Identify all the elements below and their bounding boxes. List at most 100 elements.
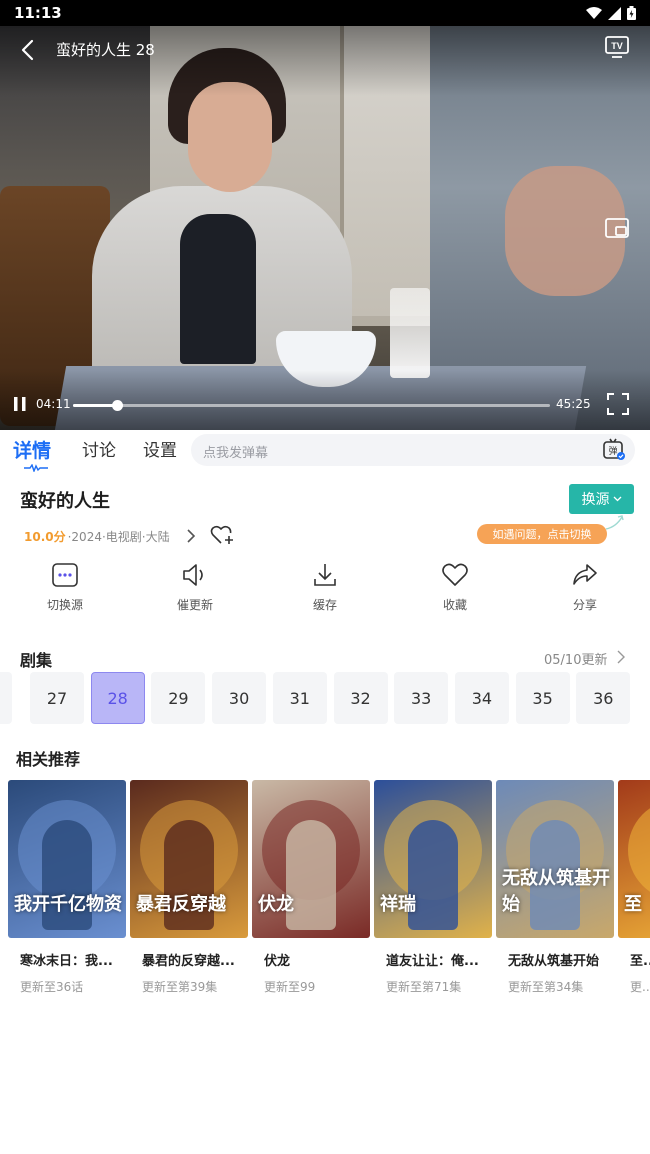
battery-icon — [627, 6, 636, 20]
hint-pointer-icon — [605, 515, 624, 530]
switch-source-label: 切换源 — [46, 598, 83, 612]
episode-item-28[interactable]: 28 — [90, 672, 145, 724]
recommendation-subtitle: 更新至36话 — [20, 980, 84, 994]
change-source-label: 换源 — [581, 492, 610, 508]
recommendations-heading: 相关推荐 — [16, 750, 81, 769]
recommendation-poster[interactable]: 伏龙 — [252, 780, 370, 938]
danmu-placeholder: 点我发弹幕 — [203, 446, 269, 461]
change-source-button[interactable]: 换源 — [569, 484, 634, 514]
signal-icon — [608, 6, 621, 20]
episodes-update-text[interactable]: 05/10更新 — [544, 649, 607, 668]
episode-list[interactable]: 27 28 29 30 31 32 33 34 35 36 — [0, 670, 650, 726]
recommendation-card[interactable]: 无敌从筑基开始 无敌从筑基开始 更新至第34集 — [496, 780, 614, 995]
favorite-label: 收藏 — [442, 598, 467, 612]
fullscreen-button[interactable] — [606, 392, 630, 416]
heart-icon — [442, 563, 468, 586]
tab-settings[interactable]: 设置 — [143, 436, 177, 461]
poster-title-art: 至 — [624, 894, 642, 915]
tab-details[interactable]: 详情 — [13, 436, 51, 463]
recommendation-title: 伏龙 — [264, 954, 291, 969]
show-score: 10.0分 — [24, 530, 66, 544]
tab-discussion[interactable]: 讨论 — [82, 436, 116, 461]
picture-in-picture-button[interactable] — [604, 215, 630, 241]
episode-item-36[interactable]: 36 — [576, 672, 631, 724]
recommendation-card[interactable]: 伏龙 伏龙 更新至99 — [252, 780, 370, 995]
source-hint-badge[interactable]: 如遇问题，点击切换 — [477, 524, 607, 544]
download-icon — [314, 564, 336, 586]
recommendation-poster[interactable]: 我开千亿物资 — [8, 780, 126, 938]
chevron-right-icon[interactable] — [616, 650, 626, 664]
recommendation-title: 寒冰末日：我... — [20, 954, 113, 969]
share-label: 分享 — [572, 598, 597, 612]
danmu-input[interactable]: 点我发弹幕 弹 — [191, 434, 635, 466]
recommendation-subtitle: 更新至99 — [264, 980, 316, 994]
danmu-toggle-icon[interactable]: 弹 — [601, 437, 627, 463]
pause-button[interactable] — [13, 396, 27, 412]
episode-item-33[interactable]: 33 — [394, 672, 449, 724]
recommendation-poster[interactable]: 祥瑞 — [374, 780, 492, 938]
video-player[interactable]: 蛮好的人生 28 TV 04:11 45:25 — [0, 26, 650, 430]
favorite-action[interactable]: 收藏 — [410, 560, 500, 618]
heart-add-icon[interactable] — [210, 524, 234, 546]
show-meta[interactable]: 10.0分 ·2024·电视剧·大陆 — [24, 528, 170, 545]
episode-item-34[interactable]: 34 — [454, 672, 509, 724]
back-button[interactable] — [16, 38, 38, 62]
status-icons — [586, 6, 636, 20]
player-title: 蛮好的人生 28 — [56, 41, 155, 59]
poster-title-art: 祥瑞 — [380, 894, 416, 915]
back-arrow-icon — [21, 39, 34, 61]
progress-thumb[interactable] — [111, 400, 123, 411]
chevron-right-icon[interactable] — [185, 528, 197, 544]
action-row: 切换源 催更新 缓存 收藏 分享 — [0, 560, 650, 620]
episodes-heading: 剧集 — [20, 651, 53, 670]
recommendation-card[interactable]: 我开千亿物资寒冰末日：我... 更新至36话 — [8, 780, 126, 995]
show-title: 蛮好的人生 — [20, 491, 110, 512]
fullscreen-icon — [607, 393, 629, 415]
recommendation-poster[interactable]: 至 — [618, 780, 650, 938]
current-time: 04:11 — [36, 397, 71, 411]
player-controls: 04:11 45:25 — [0, 392, 650, 418]
tv-icon: TV — [605, 36, 629, 58]
status-bar: 11:13 — [0, 0, 650, 26]
recommendation-subtitle: 更新至第34集 — [508, 980, 584, 994]
download-action[interactable]: 缓存 — [280, 560, 370, 618]
urge-update-action[interactable]: 催更新 — [150, 560, 240, 618]
share-action[interactable]: 分享 — [540, 560, 630, 618]
recommendation-poster[interactable]: 无敌从筑基开始 — [496, 780, 614, 938]
detail-tabs: 详情 讨论 设置 点我发弹幕 弹 — [0, 430, 650, 476]
recommendation-card[interactable]: 暴君反穿越 暴君的反穿越... 更新至第39集 — [130, 780, 248, 995]
progress-track[interactable] — [73, 400, 550, 411]
episode-item-31[interactable]: 31 — [272, 672, 327, 724]
chevron-down-icon — [613, 496, 621, 502]
switch-source-action[interactable]: 切换源 — [20, 560, 110, 618]
recommendation-title: 无敌从筑基开始 — [508, 954, 600, 969]
urge-update-label: 催更新 — [176, 598, 213, 612]
recommendation-card[interactable]: 至至... 更... — [618, 780, 650, 995]
player-top-bar: 蛮好的人生 28 TV — [0, 34, 650, 64]
pip-icon — [605, 218, 629, 238]
recommendation-list[interactable]: 我开千亿物资寒冰末日：我... 更新至36话 暴君反穿越 暴君的反穿越... 更新至第3… — [0, 780, 650, 1000]
recommendation-subtitle: 更新至第39集 — [142, 980, 218, 994]
status-time: 11:13 — [14, 4, 62, 22]
recommendation-title: 道友让让：俺... — [386, 954, 479, 969]
episode-item-35[interactable]: 35 — [515, 672, 570, 724]
poster-title-art: 伏龙 — [258, 894, 294, 915]
switch-source-icon — [52, 563, 78, 587]
recommendation-card[interactable]: 祥瑞道友让让：俺... 更新至第71集 — [374, 780, 492, 995]
episode-item-30[interactable]: 30 — [212, 672, 267, 724]
download-label: 缓存 — [312, 598, 337, 612]
recommendation-subtitle: 更新至第71集 — [386, 980, 462, 994]
total-time: 45:25 — [556, 397, 591, 411]
recommendation-poster[interactable]: 暴君反穿越 — [130, 780, 248, 938]
video-frame-person-shirt — [180, 214, 256, 364]
svg-text:弹: 弹 — [608, 445, 617, 457]
video-frame-person-face — [188, 82, 272, 192]
speaker-icon — [183, 564, 203, 586]
show-meta-text: ·2024·电视剧·大陆 — [67, 530, 170, 544]
episode-item-29[interactable]: 29 — [151, 672, 206, 724]
episode-item-27[interactable]: 27 — [30, 672, 84, 724]
cast-tv-button[interactable]: TV — [604, 34, 630, 60]
video-frame-glass — [390, 288, 430, 378]
episode-item-32[interactable]: 32 — [333, 672, 388, 724]
episode-item-partial[interactable] — [0, 672, 12, 724]
